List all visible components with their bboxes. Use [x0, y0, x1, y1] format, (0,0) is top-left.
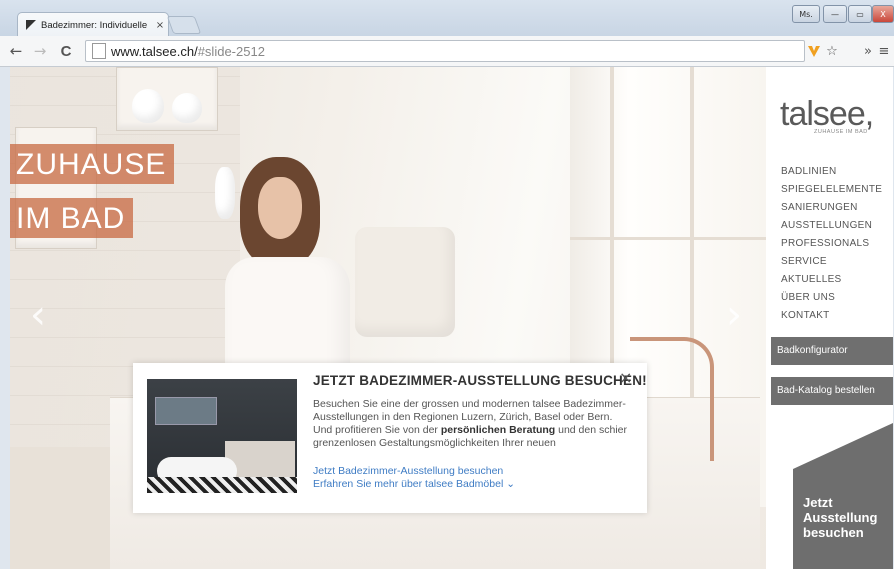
hero-slider[interactable]: ZUHAUSE IM BAD ‹ › JETZT BADEZIMMER-AUSS…: [10, 67, 766, 569]
menu-item-service[interactable]: SERVICE: [781, 253, 882, 271]
menu-item-kontakt[interactable]: KONTAKT: [781, 307, 882, 325]
logo-tagline: ZUHAUSE IM BAD: [814, 129, 868, 135]
talsee-favicon-icon: [26, 20, 36, 30]
hero-slogan-line1: ZUHAUSE: [10, 144, 175, 184]
tab-close-icon[interactable]: ×: [152, 20, 168, 31]
learn-more-label: Erfahren Sie mehr über talsee Badmöbel: [313, 478, 504, 490]
reload-button[interactable]: C: [56, 41, 76, 61]
popup-body: Besuchen Sie eine der grossen und modern…: [313, 398, 633, 450]
promo-line3: besuchen: [803, 525, 864, 540]
main-menu: BADLINIEN SPIEGELELEMENTE SANIERUNGEN AU…: [781, 163, 882, 325]
chevron-down-icon: ⌄: [506, 478, 516, 490]
vase: [132, 89, 164, 123]
menu-item-spiegelelemente[interactable]: SPIEGELELEMENTE: [781, 181, 882, 199]
maximize-button[interactable]: ▭: [848, 5, 872, 23]
badkonfigurator-button[interactable]: Badkonfigurator: [771, 337, 893, 365]
browser-menu-icon[interactable]: ≡: [876, 41, 892, 61]
learn-more-link[interactable]: Erfahren Sie mehr über talsee Badmöbel ⌄: [313, 478, 515, 490]
extension-icon[interactable]: [807, 41, 821, 61]
menu-item-badlinien[interactable]: BADLINIEN: [781, 163, 882, 181]
new-tab-button[interactable]: [166, 16, 202, 34]
url-path: #slide-2512: [197, 43, 265, 59]
page-icon: [92, 43, 106, 59]
browser-toolbar: ← → C www.talsee.ch/#slide-2512 ☆ » ≡: [0, 36, 894, 67]
visit-exhibition-link[interactable]: Jetzt Badezimmer-Ausstellung besuchen: [313, 465, 503, 477]
close-window-button[interactable]: X: [872, 5, 894, 23]
vase: [172, 93, 202, 123]
user-profile-button[interactable]: Ms.: [792, 5, 820, 23]
popup-body-bold: persönlichen Beratung: [440, 424, 556, 436]
bookmark-star-icon[interactable]: ☆: [824, 41, 840, 61]
popup-close-icon[interactable]: ×: [619, 368, 632, 387]
forward-button[interactable]: →: [30, 41, 50, 61]
exhibition-popup: JETZT BADEZIMMER-AUSSTELLUNG BESUCHEN! ×…: [133, 363, 647, 513]
menu-item-sanierungen[interactable]: SANIERUNGEN: [781, 199, 882, 217]
more-extensions-icon[interactable]: »: [862, 41, 874, 61]
menu-item-professionals[interactable]: PROFESSIONALS: [781, 235, 882, 253]
address-bar[interactable]: www.talsee.ch/#slide-2512: [85, 40, 805, 62]
slider-prev-arrow-icon[interactable]: ‹: [30, 295, 54, 335]
menu-item-ausstellungen[interactable]: AUSSTELLUNGEN: [781, 217, 882, 235]
minimize-button[interactable]: —: [823, 5, 847, 23]
page-viewport: ZUHAUSE IM BAD ‹ › JETZT BADEZIMMER-AUSS…: [10, 67, 893, 569]
catalog-order-button[interactable]: Bad-Katalog bestellen: [771, 377, 893, 405]
browser-titlebar: Badezimmer: Individuelle × Ms. — ▭ X: [0, 0, 894, 37]
menu-item-ueber-uns[interactable]: ÜBER UNS: [781, 289, 882, 307]
promo-line2: Ausstellung: [803, 510, 878, 525]
popup-title: JETZT BADEZIMMER-AUSSTELLUNG BESUCHEN!: [313, 373, 647, 388]
tab-title: Badezimmer: Individuelle: [41, 19, 148, 31]
slider-next-arrow-icon[interactable]: ›: [726, 295, 750, 335]
hero-slogan-line2: IM BAD: [10, 198, 134, 238]
back-button[interactable]: ←: [6, 41, 26, 61]
exhibition-promo-button[interactable]: Jetzt Ausstellung besuchen: [793, 423, 893, 569]
sidebar: talsee, ZUHAUSE IM BAD BADLINIEN SPIEGEL…: [766, 67, 893, 569]
showroom-thumbnail[interactable]: [147, 379, 297, 493]
menu-item-aktuelles[interactable]: AKTUELLES: [781, 271, 882, 289]
promo-text: Jetzt Ausstellung besuchen: [803, 495, 877, 540]
url-host: www.talsee.ch/: [111, 43, 198, 59]
wall-shelf: [116, 67, 218, 131]
browser-tab[interactable]: Badezimmer: Individuelle ×: [17, 12, 169, 37]
promo-line1: Jetzt: [803, 495, 833, 510]
